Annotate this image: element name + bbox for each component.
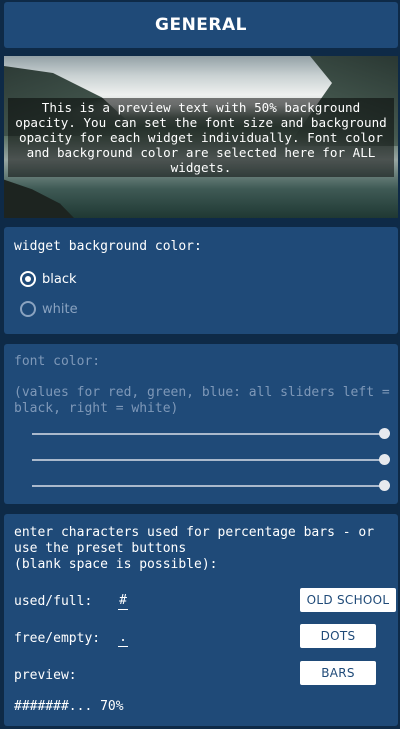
radio-unchecked-icon[interactable] xyxy=(20,301,36,317)
slider-thumb[interactable] xyxy=(379,480,390,491)
font-color-card: font color: (values for red, green, blue… xyxy=(4,344,398,504)
dots-button[interactable]: DOTS xyxy=(300,624,376,648)
slider-thumb[interactable] xyxy=(379,454,390,465)
percentage-bars-intro: enter characters used for percentage bar… xyxy=(14,525,375,572)
slider-thumb[interactable] xyxy=(379,428,390,439)
font-color-hint: (values for red, green, blue: all slider… xyxy=(14,385,390,416)
radio-black-label: black xyxy=(42,271,77,287)
slider-green[interactable] xyxy=(32,454,390,466)
rock-shape xyxy=(4,179,74,218)
radio-black[interactable]: black xyxy=(20,271,77,287)
free-label: free/empty: xyxy=(14,631,101,646)
free-input[interactable]: . xyxy=(118,630,128,647)
preview-label: preview: xyxy=(14,668,77,683)
old-school-button[interactable]: OLD SCHOOL xyxy=(300,588,396,612)
background-color-card: widget background color: black white xyxy=(4,227,398,334)
radio-white[interactable]: white xyxy=(20,301,78,317)
header-bar: GENERAL xyxy=(4,2,398,48)
slider-blue[interactable] xyxy=(32,480,390,492)
font-color-title: font color: xyxy=(14,354,101,369)
slider-red[interactable] xyxy=(32,428,390,440)
bars-button[interactable]: BARS xyxy=(300,661,376,685)
slider-track xyxy=(32,433,384,435)
bar-preview-value: #######... 70% xyxy=(14,699,124,714)
radio-white-label: white xyxy=(42,301,78,317)
preview-image: This is a preview text with 50% backgrou… xyxy=(4,56,398,218)
background-color-title: widget background color: xyxy=(14,239,202,254)
used-label: used/full: xyxy=(14,594,93,609)
percentage-bars-card: enter characters used for percentage bar… xyxy=(4,514,398,726)
preview-text: This is a preview text with 50% backgrou… xyxy=(8,98,394,177)
slider-track xyxy=(32,459,384,461)
slider-track xyxy=(32,485,384,487)
page-title: GENERAL xyxy=(155,15,247,35)
used-input[interactable]: # xyxy=(118,593,128,610)
radio-checked-icon[interactable] xyxy=(20,271,36,287)
